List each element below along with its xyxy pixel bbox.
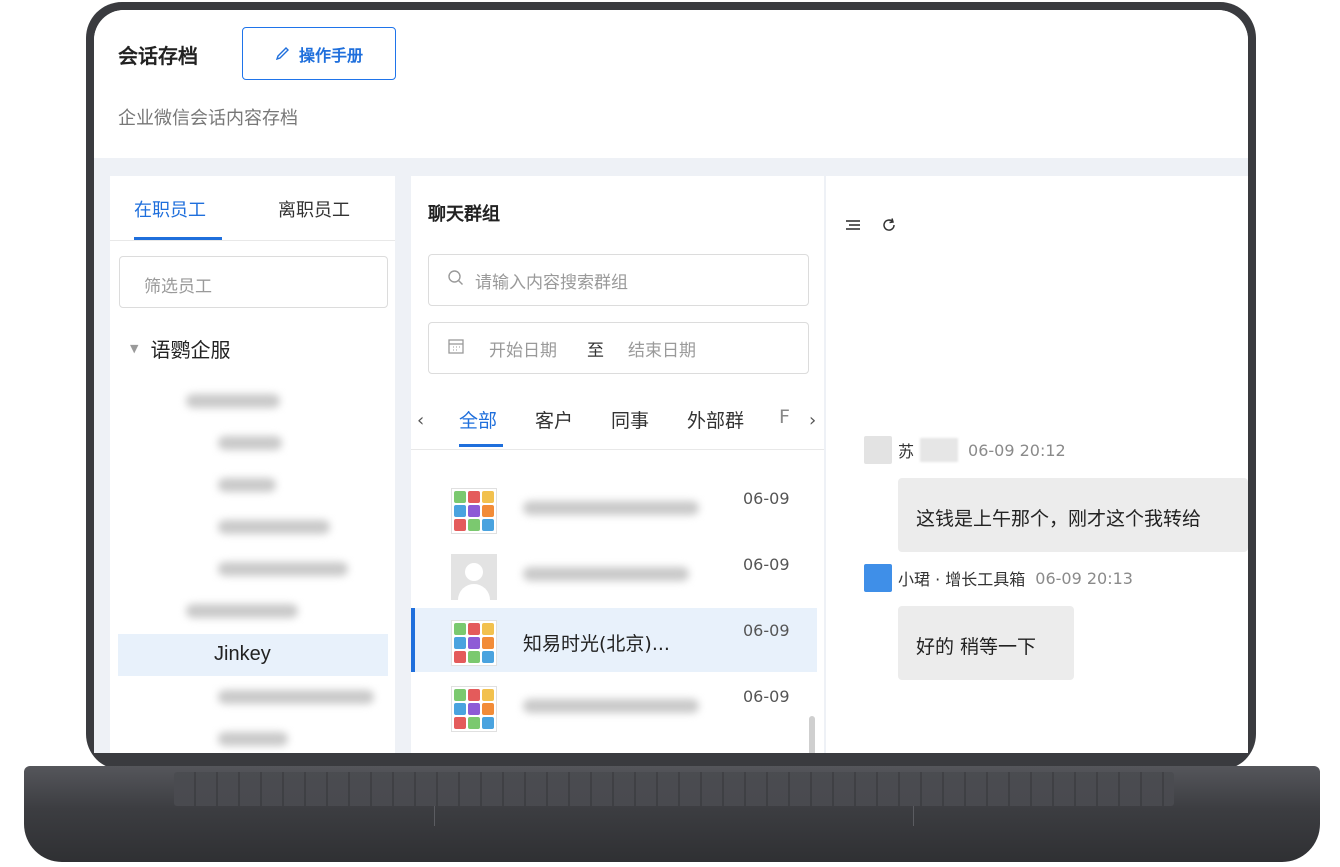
group-search-input[interactable]: 请输入内容搜索群组 bbox=[428, 254, 809, 306]
default-avatar-icon bbox=[451, 554, 497, 600]
tab-customers[interactable]: 客户 bbox=[535, 406, 573, 433]
group-list-item[interactable]: 06-09 bbox=[411, 674, 817, 738]
tab-ink-bar bbox=[134, 237, 222, 240]
tab-all[interactable]: 全部 bbox=[459, 406, 497, 433]
tree-root-label: 语鹦企服 bbox=[150, 338, 231, 362]
tree-item-redacted[interactable] bbox=[218, 690, 374, 704]
keyboard bbox=[174, 772, 1174, 806]
group-date: 06-09 bbox=[743, 621, 790, 640]
category-ink-bar bbox=[459, 444, 503, 447]
tree-item-redacted[interactable] bbox=[186, 394, 280, 408]
date-separator: 至 bbox=[587, 340, 604, 361]
tree-item-redacted[interactable] bbox=[218, 562, 348, 576]
category-tabs: ‹ 全部 客户 同事 外部群 F › bbox=[411, 394, 824, 450]
group-list-item[interactable]: 06-09 bbox=[411, 476, 817, 540]
group-name-redacted bbox=[523, 567, 689, 581]
group-name-redacted bbox=[523, 501, 699, 515]
tab-departed-employees[interactable]: 离职员工 bbox=[278, 196, 350, 222]
search-placeholder: 请输入内容搜索群组 bbox=[475, 272, 628, 293]
group-panel-title: 聊天群组 bbox=[428, 204, 500, 225]
default-avatar-icon bbox=[864, 436, 892, 464]
tab-active-employees[interactable]: 在职员工 bbox=[134, 196, 206, 222]
menu-list-icon[interactable] bbox=[844, 216, 862, 239]
trackpad bbox=[434, 806, 914, 826]
group-avatar bbox=[451, 620, 497, 666]
employee-panel: 在职员工 离职员工 筛选员工 ▼ 语鹦企服 Jinkey bbox=[110, 176, 395, 753]
tree-item-redacted[interactable] bbox=[218, 436, 282, 450]
manual-button[interactable]: 操作手册 bbox=[242, 27, 396, 80]
tree-root[interactable]: ▼ 语鹦企服 bbox=[130, 334, 230, 363]
chevron-left-icon[interactable]: ‹ bbox=[417, 410, 424, 431]
group-avatar bbox=[451, 686, 497, 732]
message-time: 06-09 20:12 bbox=[968, 440, 1066, 460]
tree-item-redacted[interactable] bbox=[218, 732, 288, 746]
message-bubble: 这钱是上午那个，刚才这个我转给 bbox=[898, 478, 1248, 552]
laptop-base bbox=[24, 766, 1320, 862]
caret-down-icon: ▼ bbox=[130, 342, 139, 355]
group-name-redacted bbox=[523, 699, 699, 713]
chevron-right-icon[interactable]: › bbox=[809, 410, 816, 431]
tree-item-label: Jinkey bbox=[214, 643, 271, 665]
group-date: 06-09 bbox=[743, 489, 790, 508]
tab-truncated[interactable]: F bbox=[779, 406, 790, 428]
tree-item-redacted[interactable] bbox=[218, 520, 330, 534]
sender-name-redacted bbox=[920, 438, 959, 462]
date-start-input[interactable]: 开始日期 bbox=[489, 336, 557, 361]
search-icon bbox=[447, 269, 465, 292]
calendar-icon bbox=[447, 337, 465, 360]
message-header: 小珺 · 增长工具箱 06-09 20:13 bbox=[864, 564, 1133, 592]
page-subtitle: 企业微信会话内容存档 bbox=[118, 108, 298, 129]
group-date: 06-09 bbox=[743, 687, 790, 706]
group-panel: 聊天群组 请输入内容搜索群组 开始日期 至 结束日期 ‹ 全部 客户 同事 外部… bbox=[411, 176, 824, 753]
refresh-icon[interactable] bbox=[880, 216, 898, 239]
tab-colleagues[interactable]: 同事 bbox=[611, 406, 649, 433]
employee-filter-input[interactable]: 筛选员工 bbox=[119, 256, 388, 308]
tree-item-selected[interactable]: Jinkey bbox=[118, 634, 388, 676]
group-name: 知易时光(北京)... bbox=[523, 633, 670, 655]
group-list-item[interactable]: 06-09 bbox=[411, 542, 817, 606]
page-title: 会话存档 bbox=[118, 44, 198, 68]
chat-toolbar bbox=[844, 216, 898, 239]
user-avatar bbox=[864, 564, 892, 592]
group-list-item-selected[interactable]: 知易时光(北京)... 06-09 bbox=[411, 608, 817, 672]
laptop-screen: 会话存档 操作手册 企业微信会话内容存档 在职员工 离职员工 筛选员工 ▼ 语鹦… bbox=[94, 10, 1248, 753]
employee-tabs: 在职员工 离职员工 bbox=[110, 176, 395, 241]
group-avatar bbox=[451, 488, 497, 534]
selection-indicator bbox=[411, 608, 415, 672]
tree-item-redacted[interactable] bbox=[186, 604, 298, 618]
message-sender: 苏 bbox=[898, 442, 915, 461]
message-bubble: 好的 稍等一下 bbox=[898, 606, 1074, 680]
pencil-icon bbox=[275, 44, 291, 64]
tree-item-redacted[interactable] bbox=[218, 478, 276, 492]
scrollbar-thumb[interactable] bbox=[809, 716, 815, 753]
page-header: 会话存档 操作手册 企业微信会话内容存档 bbox=[94, 10, 1248, 158]
message-sender: 小珺 · 增长工具箱 bbox=[898, 570, 1026, 589]
date-range-picker[interactable]: 开始日期 至 结束日期 bbox=[428, 322, 809, 374]
date-end-input[interactable]: 结束日期 bbox=[628, 336, 696, 361]
group-date: 06-09 bbox=[743, 555, 790, 574]
message-time: 06-09 20:13 bbox=[1035, 568, 1133, 588]
tab-external-groups[interactable]: 外部群 bbox=[687, 406, 744, 433]
chat-panel: 苏 06-09 20:12 这钱是上午那个，刚才这个我转给 小珺 · 增长工具箱… bbox=[826, 176, 1248, 753]
manual-button-label: 操作手册 bbox=[298, 45, 363, 65]
message-header: 苏 06-09 20:12 bbox=[864, 436, 1066, 464]
